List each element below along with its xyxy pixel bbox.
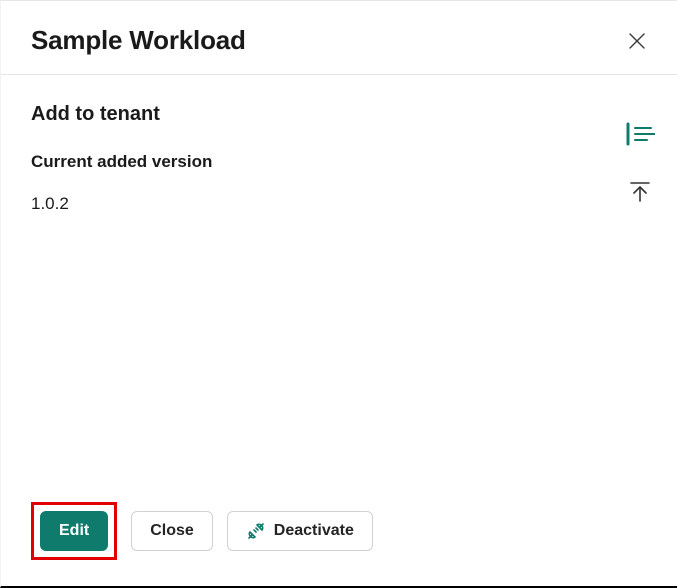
- format-list-icon[interactable]: [623, 119, 657, 149]
- version-label: Current added version: [31, 152, 647, 172]
- scroll-to-top-icon[interactable]: [623, 177, 657, 207]
- section-title: Add to tenant: [31, 103, 647, 126]
- close-icon[interactable]: [623, 27, 651, 55]
- deactivate-button-label: Deactivate: [274, 522, 354, 540]
- panel-frame: Sample Workload Add to tenant Current ad…: [0, 0, 677, 588]
- close-button-label: Close: [150, 522, 194, 540]
- unplug-icon: [246, 521, 266, 541]
- side-toolbar: [623, 119, 657, 207]
- close-button[interactable]: Close: [131, 511, 213, 551]
- version-value: 1.0.2: [31, 194, 647, 214]
- panel-header: Sample Workload: [1, 1, 677, 75]
- edit-button-label: Edit: [59, 522, 89, 540]
- edit-button[interactable]: Edit: [40, 511, 108, 551]
- panel-title: Sample Workload: [31, 25, 246, 56]
- panel-footer: Edit Close Deactivate: [31, 502, 373, 560]
- edit-highlight: Edit: [31, 502, 117, 560]
- deactivate-button[interactable]: Deactivate: [227, 511, 373, 551]
- panel-body: Add to tenant Current added version 1.0.…: [1, 75, 677, 214]
